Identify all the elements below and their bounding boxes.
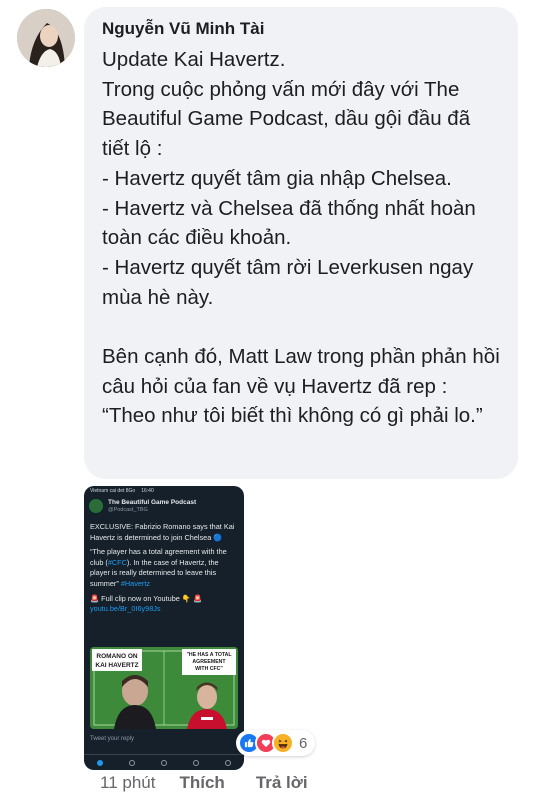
media-caption-left-2: KAI HAVERTZ bbox=[95, 662, 138, 669]
tweet-line-1: EXCLUSIVE: Fabrizio Romano says that Kai… bbox=[90, 522, 235, 542]
tweet-hashtag-havertz: #Havertz bbox=[120, 578, 151, 588]
comment-actions: 11 phút Thích Trả lời bbox=[100, 773, 308, 793]
tweet-account-handle: @Podcast_TBG bbox=[108, 506, 148, 513]
comment-image-attachment[interactable]: Vietnam cai det 8Go 16:40 The Beautiful … bbox=[84, 486, 244, 770]
comment-text: Update Kai Havertz. Trong cuộc phỏng vấn… bbox=[102, 48, 500, 428]
tweet-line-3-text: 🚨 Full clip now on Youtube 👇 🚨 bbox=[90, 593, 203, 603]
media-caption-right-2: AGREEMENT bbox=[192, 659, 226, 665]
tweet-header: The Beautiful Game Podcast @Podcast_TBG bbox=[84, 496, 244, 516]
tweet-media-art: ROMANO ON KAI HAVERTZ "HE HAS A TOTAL AG… bbox=[90, 647, 238, 729]
spaces-icon bbox=[161, 759, 167, 766]
tweet-tag-cfc: #CFC bbox=[107, 557, 127, 567]
comment-bubble: Nguyễn Vũ Minh Tài Update Kai Havertz. T… bbox=[84, 7, 518, 479]
comment-timestamp[interactable]: 11 phút bbox=[100, 773, 155, 793]
avatar-photo bbox=[17, 9, 75, 67]
phone-status-bar: Vietnam cai det 8Go 16:40 bbox=[84, 486, 244, 496]
tweet-body: EXCLUSIVE: Fabrizio Romano says that Kai… bbox=[84, 516, 244, 615]
haha-icon bbox=[272, 732, 294, 754]
status-carrier: Vietnam cai det 8Go bbox=[90, 488, 136, 494]
tweet-account-name: The Beautiful Game Podcast bbox=[108, 498, 197, 506]
commenter-avatar[interactable] bbox=[17, 9, 75, 67]
tweet-media-image: ROMANO ON KAI HAVERTZ "HE HAS A TOTAL AG… bbox=[90, 647, 238, 729]
notifications-icon bbox=[193, 759, 199, 766]
like-button[interactable]: Thích bbox=[179, 773, 224, 793]
tweet-line-2: “The player has a total agreement with t… bbox=[90, 547, 238, 589]
reply-button[interactable]: Trả lời bbox=[256, 773, 308, 793]
tweet-reply-placeholder: Tweet your reply bbox=[90, 736, 135, 742]
search-icon bbox=[129, 759, 135, 766]
tweet-line-3: 🚨 Full clip now on Youtube 👇 🚨 youtu.be/B… bbox=[90, 594, 238, 615]
reaction-count: 6 bbox=[299, 734, 308, 752]
podcast-avatar bbox=[89, 499, 103, 513]
media-caption-left-1: ROMANO ON bbox=[96, 653, 137, 660]
media-caption-right-3: WITH CFC" bbox=[195, 666, 223, 672]
home-icon bbox=[97, 759, 103, 766]
comment-author[interactable]: Nguyễn Vũ Minh Tài bbox=[102, 18, 502, 40]
status-time: 16:40 bbox=[141, 488, 154, 494]
media-caption-right-1: "HE HAS A TOTAL bbox=[186, 652, 232, 658]
messages-icon bbox=[225, 759, 231, 766]
twitter-bottom-nav bbox=[84, 754, 244, 770]
tweet-youtube-link: youtu.be/Br_0I6y98Js bbox=[90, 604, 161, 614]
reaction-summary[interactable]: 6 bbox=[236, 730, 316, 756]
